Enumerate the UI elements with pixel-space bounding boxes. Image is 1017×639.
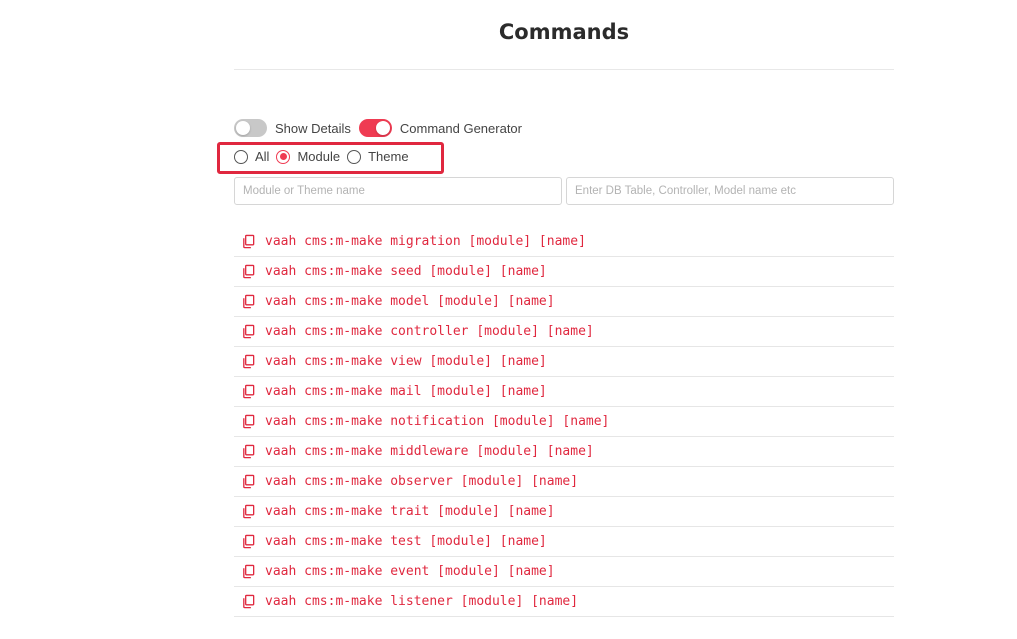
command-row[interactable]: vaah cms:m-make mail [module] [name] [234,377,894,407]
show-details-label: Show Details [275,120,351,136]
command-row[interactable]: vaah cms:m-make event [module] [name] [234,557,894,587]
command-row[interactable]: vaah cms:m-make migration [module] [name… [234,227,894,257]
command-row[interactable]: vaah cms:m-make model [module] [name] [234,287,894,317]
command-text: vaah cms:m-make controller [module] [nam… [265,324,594,339]
entity-name-input[interactable] [566,177,894,205]
copy-icon[interactable] [241,444,256,459]
command-generator-toggle[interactable] [358,119,392,137]
module-name-input[interactable] [234,177,562,205]
copy-icon[interactable] [241,414,256,429]
copy-icon[interactable] [241,264,256,279]
radio-module[interactable] [276,149,291,164]
command-row[interactable]: vaah cms:m-make controller [module] [nam… [234,317,894,347]
command-text: vaah cms:m-make listener [module] [name] [265,594,579,609]
command-text: vaah cms:m-make middleware [module] [nam… [265,444,594,459]
command-text: vaah cms:m-make view [module] [name] [265,354,547,369]
command-text: vaah cms:m-make trait [module] [name] [265,504,555,519]
command-text: vaah cms:m-make model [module] [name] [265,294,555,309]
type-radio-group: All Module Theme [234,149,416,164]
command-text: vaah cms:m-make observer [module] [name] [265,474,579,489]
copy-icon[interactable] [241,564,256,579]
copy-icon[interactable] [241,504,256,519]
copy-icon[interactable] [241,354,256,369]
command-text: vaah cms:m-make notification [module] [n… [265,414,610,429]
command-row[interactable]: vaah cms:m-make seed [module] [name] [234,257,894,287]
page-title: Commands [498,20,630,44]
toggle-knob [375,121,390,135]
command-text: vaah cms:m-make migration [module] [name… [265,234,586,249]
command-text: vaah cms:m-make mail [module] [name] [265,384,547,399]
command-list: vaah cms:m-make migration [module] [name… [234,227,894,617]
copy-icon[interactable] [241,234,256,249]
radio-theme-label[interactable]: Theme [368,149,408,164]
copy-icon[interactable] [241,594,256,609]
command-generator-label: Command Generator [399,120,522,136]
copy-icon[interactable] [241,384,256,399]
copy-icon[interactable] [241,474,256,489]
copy-icon[interactable] [241,324,256,339]
command-row[interactable]: vaah cms:m-make test [module] [name] [234,527,894,557]
toggle-bar: Show Details Command Generator [234,119,530,137]
show-details-toggle[interactable] [234,119,267,137]
toggle-knob [236,121,250,135]
radio-theme[interactable] [347,149,362,164]
command-text: vaah cms:m-make event [module] [name] [265,564,555,579]
radio-all-label[interactable]: All [255,149,269,164]
command-row[interactable]: vaah cms:m-make notification [module] [n… [234,407,894,437]
name-inputs [234,177,894,205]
radio-module-label[interactable]: Module [297,149,340,164]
command-row[interactable]: vaah cms:m-make observer [module] [name] [234,467,894,497]
command-row[interactable]: vaah cms:m-make view [module] [name] [234,347,894,377]
copy-icon[interactable] [241,294,256,309]
command-row[interactable]: vaah cms:m-make middleware [module] [nam… [234,437,894,467]
command-row[interactable]: vaah cms:m-make trait [module] [name] [234,497,894,527]
command-text: vaah cms:m-make seed [module] [name] [265,264,547,279]
command-text: vaah cms:m-make test [module] [name] [265,534,547,549]
command-row[interactable]: vaah cms:m-make listener [module] [name] [234,587,894,617]
page-header: Commands [234,20,894,44]
header-divider [234,69,894,70]
copy-icon[interactable] [241,534,256,549]
radio-all[interactable] [234,149,248,164]
